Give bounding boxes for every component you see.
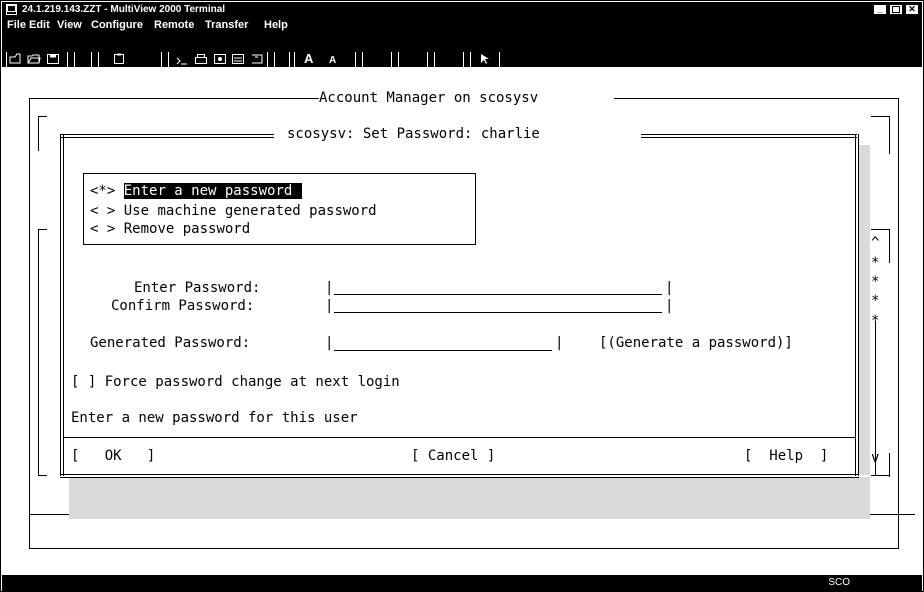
bracket-right-mid — [889, 229, 890, 263]
enter-password-label: Enter Password: — [134, 280, 261, 296]
scroll-thumb[interactable]: * — [871, 274, 879, 290]
scroll-thumb[interactable]: * — [871, 313, 879, 329]
toolbar-gap — [434, 52, 464, 68]
font-smaller-button[interactable]: A — [329, 55, 336, 67]
maximize-icon[interactable] — [889, 4, 903, 15]
bracket-tick — [871, 229, 889, 230]
toolbar-gap — [274, 52, 290, 68]
outer-frame-top-left — [29, 98, 319, 99]
menu-remote[interactable]: Remote — [154, 19, 194, 32]
toolbar-group-edit — [98, 52, 162, 68]
option-remove-password[interactable]: < > Remove password — [90, 221, 250, 237]
dialog-frame-left — [60, 134, 64, 476]
terminal-screen[interactable]: Account Manager on scosysv ^ * * * * v s… — [9, 67, 915, 575]
option-new-password[interactable]: <*> Enter a new password — [90, 183, 303, 199]
cancel-button[interactable]: [ Cancel ] — [411, 448, 495, 464]
title-bar[interactable]: 24.1.219.143.ZZT - MultiView 2000 Termin… — [2, 2, 922, 17]
menu-edit[interactable]: Edit — [29, 19, 50, 32]
field-bracket: | — [665, 298, 674, 314]
window-title: 24.1.219.143.ZZT - MultiView 2000 Termin… — [22, 4, 226, 15]
save-disk-icon[interactable] — [46, 53, 60, 65]
scroll-down-icon[interactable]: v — [871, 450, 879, 466]
button-row-separator — [63, 437, 855, 438]
generate-password-button[interactable]: [(Generate a password)] — [599, 335, 793, 351]
option-label: Remove password — [123, 221, 251, 237]
close-icon[interactable]: ✕ — [905, 4, 919, 15]
bracket-right-bottom — [889, 453, 890, 477]
confirm-password-input[interactable] — [334, 312, 662, 313]
generated-password-label: Generated Password: — [90, 335, 251, 351]
pointer-arrow-icon[interactable] — [478, 53, 492, 65]
help-button[interactable]: [ Help ] — [744, 448, 828, 464]
radio-unselected: < > — [90, 203, 116, 219]
option-generated-password[interactable]: < > Use machine generated password — [90, 203, 377, 219]
open-folder-icon[interactable] — [27, 53, 41, 65]
bracket-right-top — [889, 116, 890, 154]
terminal-window: 24.1.219.143.ZZT - MultiView 2000 Termin… — [0, 0, 924, 592]
field-bracket: | — [325, 335, 334, 351]
connect-icon[interactable] — [175, 53, 189, 65]
dialog-frame-bottom — [60, 474, 859, 478]
option-label: Use machine generated password — [123, 203, 377, 219]
confirm-password-label: Confirm Password: — [111, 298, 255, 314]
field-bracket: | — [555, 335, 564, 351]
scroll-thumb[interactable]: * — [871, 255, 879, 271]
dialog-frame-right — [855, 134, 859, 476]
minimize-icon[interactable]: _ — [873, 4, 887, 15]
paste-clipboard-icon[interactable] — [112, 53, 126, 65]
keyboard-icon[interactable] — [231, 53, 245, 65]
menu-transfer[interactable]: Transfer — [205, 19, 248, 32]
enter-password-input[interactable] — [334, 294, 662, 295]
bracket-left-top — [38, 116, 39, 151]
menu-view[interactable]: View — [57, 19, 82, 32]
bracket-tick — [38, 116, 47, 117]
bracket-left-bottom — [38, 229, 39, 476]
field-bracket: | — [325, 280, 334, 296]
dialog-frame-top-right — [641, 134, 857, 138]
toolbar-gap — [362, 52, 392, 68]
status-bar: SCO — [2, 575, 922, 591]
dialog-title: scosysv: Set Password: charlie — [287, 126, 540, 142]
dialog-frame-top-left — [60, 134, 274, 138]
bracket-tick — [871, 116, 889, 117]
outer-frame-bottom — [29, 548, 899, 549]
terminal-app-icon — [6, 4, 17, 15]
new-session-icon[interactable] — [8, 53, 22, 65]
outer-separator-right — [870, 514, 915, 515]
menu-configure[interactable]: Configure — [91, 19, 143, 32]
force-change-checkbox[interactable]: [ ] Force password change at next login — [71, 374, 400, 390]
radio-selected: <*> — [90, 183, 116, 199]
macro-icon[interactable] — [250, 53, 264, 65]
outer-frame-top-right — [614, 98, 899, 99]
menu-bar: File Edit View Configure Remote Transfer… — [2, 17, 922, 34]
option-label: Enter a new password — [123, 183, 303, 199]
hint-text: Enter a new password for this user — [71, 410, 358, 426]
toolbar-gap — [398, 52, 428, 68]
bracket-tick — [38, 475, 47, 476]
scroll-up-icon[interactable]: ^ — [871, 235, 879, 251]
status-text: SCO — [828, 577, 850, 588]
toolbar-gap — [74, 52, 92, 68]
outer-separator-left — [29, 514, 69, 515]
capture-icon[interactable] — [213, 53, 227, 65]
ok-button[interactable]: [ OK ] — [71, 448, 155, 464]
outer-frame-right — [898, 98, 899, 548]
print-icon[interactable] — [194, 53, 208, 65]
bracket-tick — [38, 229, 47, 230]
menu-file[interactable]: File — [7, 19, 26, 32]
dialog-shadow-bottom — [69, 477, 870, 519]
scroll-thumb[interactable]: * — [871, 293, 879, 309]
dialog-shadow-right — [858, 145, 870, 475]
menu-help[interactable]: Help — [264, 19, 288, 32]
field-bracket: | — [665, 280, 674, 296]
bracket-tick — [871, 475, 889, 476]
toolbar: A A — [2, 34, 922, 68]
outer-window-title: Account Manager on scosysv — [319, 90, 539, 106]
generated-password-field[interactable] — [334, 350, 552, 351]
outer-frame-left — [29, 98, 30, 548]
field-bracket: | — [325, 298, 334, 314]
radio-unselected: < > — [90, 221, 116, 237]
font-larger-button[interactable]: A — [304, 52, 313, 65]
